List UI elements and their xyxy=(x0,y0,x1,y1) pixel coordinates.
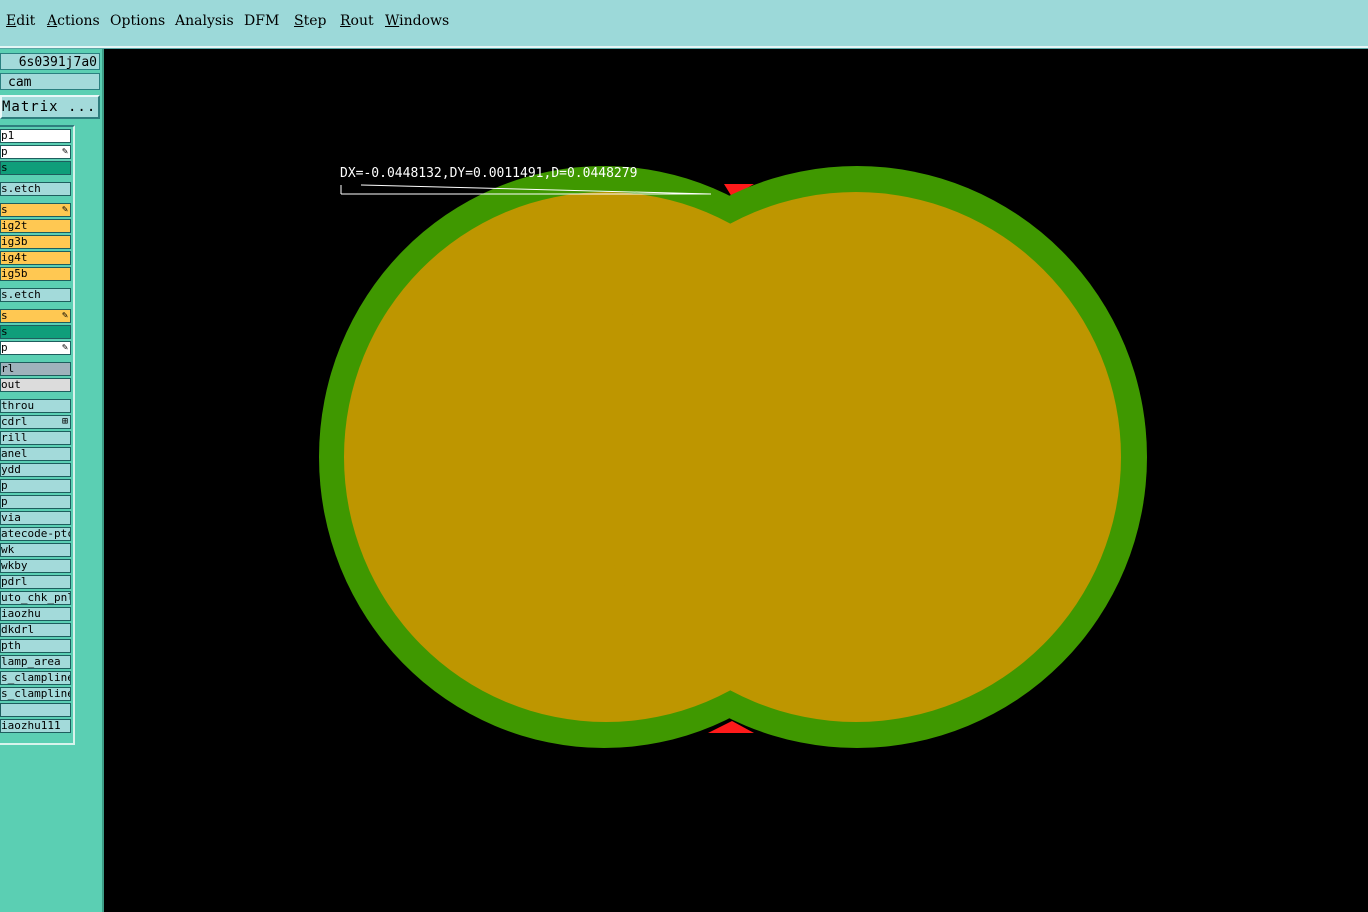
layer-name: cdrl xyxy=(1,415,28,428)
layer-name: iaozhu111 xyxy=(1,719,61,732)
layer-name: throu xyxy=(1,399,35,412)
layer-row[interactable]: cdrl ⊞ xyxy=(0,415,71,429)
layer-row[interactable]: p xyxy=(0,479,71,493)
measurement-readout: DX=-0.0448132,DY=0.0011491,D=0.0448279 xyxy=(340,166,638,181)
layer-row[interactable]: iaozhu xyxy=(0,607,71,621)
layer-name: p xyxy=(1,341,8,354)
layer-name: ydd xyxy=(1,463,21,476)
menu-bar: Edit Actions Options Analysis DFM Step R… xyxy=(0,0,1368,48)
layer-row[interactable]: ig4t xyxy=(0,251,71,265)
layer-name: ig4t xyxy=(1,251,28,264)
layer-name: wk xyxy=(1,543,15,556)
edit-pencil-icon: ✎ xyxy=(61,310,68,321)
layer-row[interactable]: s_clampline xyxy=(0,671,71,685)
layer-row[interactable]: s.etch xyxy=(0,182,71,196)
graphics-canvas[interactable]: DX=-0.0448132,DY=0.0011491,D=0.0448279 xyxy=(104,49,1368,912)
layer-row[interactable]: ig2t xyxy=(0,219,71,233)
layer-row[interactable]: p1 xyxy=(0,129,71,143)
layer-name: s_clampline xyxy=(1,671,71,684)
step-name-field[interactable]: cam xyxy=(0,73,100,90)
layer-name: anel xyxy=(1,447,28,460)
menu-rout[interactable]: Rout xyxy=(340,13,374,29)
layer-name: s xyxy=(1,309,8,322)
edit-pencil-icon: ✎ xyxy=(61,146,68,157)
layer-row[interactable]: throu xyxy=(0,399,71,413)
layer-row[interactable]: pth xyxy=(0,639,71,653)
layer-row[interactable]: p ✎ xyxy=(0,145,71,159)
job-name-field[interactable]: 6s0391j7a0 xyxy=(0,53,100,70)
layer-row[interactable]: ig3b xyxy=(0,235,71,249)
layer-row[interactable]: p ✎ xyxy=(0,341,71,355)
layer-name: s_clampline xyxy=(1,687,71,700)
layer-name: rl xyxy=(1,362,15,375)
layer-name: via xyxy=(1,511,21,524)
layer-name: wkby xyxy=(1,559,28,572)
menu-actions[interactable]: Actions xyxy=(47,13,100,29)
layer-name: ig2t xyxy=(1,219,28,232)
layer-row[interactable]: atecode-ptc xyxy=(0,527,71,541)
layer-row[interactable]: uto_chk_pnl xyxy=(0,591,71,605)
layer-name: dkdrl xyxy=(1,623,35,636)
layer-row[interactable]: s_clampline xyxy=(0,687,71,701)
edit-pencil-icon: ✎ xyxy=(61,204,68,215)
layer-name: pth xyxy=(1,639,21,652)
layer-row[interactable]: anel xyxy=(0,447,71,461)
layer-name: s.etch xyxy=(1,288,41,301)
layer-name: s xyxy=(1,203,8,216)
layer-name: ig5b xyxy=(1,267,28,280)
layer-row[interactable]: out xyxy=(0,378,71,392)
layer-row[interactable]: lamp_area xyxy=(0,655,71,669)
layer-row[interactable]: p xyxy=(0,495,71,509)
menu-analysis[interactable]: Analysis xyxy=(175,13,234,29)
layer-name: p xyxy=(1,145,8,158)
layer-row[interactable]: s ✎ xyxy=(0,309,71,323)
layer-name: iaozhu xyxy=(1,607,41,620)
layer-row[interactable]: ydd xyxy=(0,463,71,477)
menu-options[interactable]: Options xyxy=(110,13,165,29)
layer-row[interactable]: s xyxy=(0,325,71,339)
layer-row[interactable]: wkby xyxy=(0,559,71,573)
layer-name: ig3b xyxy=(1,235,28,248)
layer-row[interactable]: s ✎ xyxy=(0,203,71,217)
layer-row[interactable]: dkdrl xyxy=(0,623,71,637)
layer-row[interactable]: via xyxy=(0,511,71,525)
layer-name: p xyxy=(1,495,8,508)
layer-row[interactable] xyxy=(0,703,71,717)
layer-row[interactable]: s.etch xyxy=(0,288,71,302)
layer-row[interactable]: ig5b xyxy=(0,267,71,281)
layer-name: p1 xyxy=(1,129,15,142)
layer-name: lamp_area xyxy=(1,655,61,668)
menu-windows[interactable]: Windows xyxy=(385,13,449,29)
menu-dfm[interactable]: DFM xyxy=(244,13,279,29)
layer-row[interactable]: wk xyxy=(0,543,71,557)
layer-row[interactable]: pdrl xyxy=(0,575,71,589)
grid-icon: ⊞ xyxy=(61,416,68,427)
layer-name: s.etch xyxy=(1,182,41,195)
menu-step[interactable]: Step xyxy=(294,13,326,29)
layer-name: atecode-ptc xyxy=(1,527,71,540)
layer-name: out xyxy=(1,378,21,391)
layer-row[interactable]: iaozhu111 xyxy=(0,719,71,733)
layer-name: pdrl xyxy=(1,575,28,588)
layer-name: s xyxy=(1,161,8,174)
pad-inner-right xyxy=(591,192,1121,722)
layer-row[interactable]: s xyxy=(0,161,71,175)
layer-row[interactable]: rl xyxy=(0,362,71,376)
edit-pencil-icon: ✎ xyxy=(61,342,68,353)
layer-panel: 6s0391j7a0 cam Matrix ... p1 p ✎ s s.etch s ✎ i… xyxy=(0,49,104,912)
layer-row[interactable]: rill xyxy=(0,431,71,445)
board-graphics xyxy=(319,166,1147,748)
layer-name: rill xyxy=(1,431,28,444)
layer-name: uto_chk_pnl xyxy=(1,591,71,604)
matrix-button[interactable]: Matrix ... xyxy=(0,95,100,119)
layer-name: s xyxy=(1,325,8,338)
menu-edit[interactable]: Edit xyxy=(6,13,35,29)
layer-name: p xyxy=(1,479,8,492)
